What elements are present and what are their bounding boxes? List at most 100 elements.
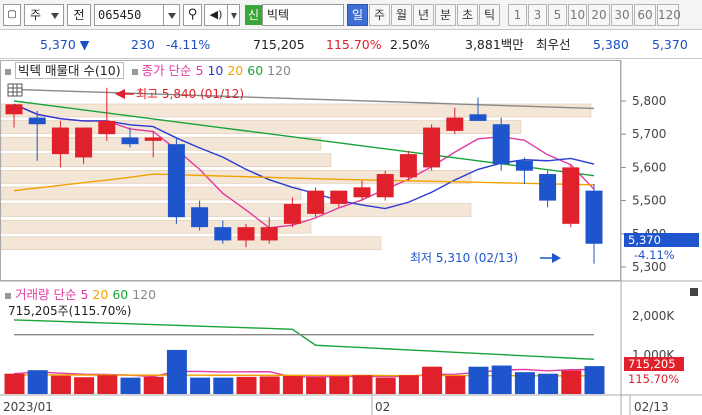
volume-bar xyxy=(584,366,605,394)
vol-ma60-line xyxy=(13,319,595,360)
interval-button[interactable]: 1 xyxy=(508,4,527,26)
volume-profile-bar xyxy=(0,236,382,251)
close-icon[interactable] xyxy=(690,288,698,296)
down-arrow-icon: ▼ xyxy=(79,37,90,52)
period-button[interactable]: 초 xyxy=(457,4,478,26)
date-axis-label: 2023/01 xyxy=(3,400,53,414)
volume-bar xyxy=(213,377,234,394)
price-change-pct: -4.11% xyxy=(166,37,211,52)
interval-button[interactable]: 30 xyxy=(611,4,633,26)
volume-bar xyxy=(491,365,512,394)
trade-amount: 3,881백만 xyxy=(465,37,524,52)
chevron-down-icon xyxy=(51,5,59,25)
volume-legend-name[interactable]: 거래량 xyxy=(15,287,50,302)
candle-body xyxy=(562,167,580,224)
stock-name-field[interactable]: 빅텍 xyxy=(262,4,344,26)
volume-ma-legend[interactable]: 단순 xyxy=(53,287,76,302)
chevron-down-icon xyxy=(230,12,237,19)
jeon-button[interactable]: 전 xyxy=(67,4,91,26)
chart-area[interactable]: 5,8005,7005,6005,5005,4005,3002,000K1,00… xyxy=(0,60,702,415)
market-select[interactable]: 주 xyxy=(24,4,64,26)
candle-body xyxy=(376,174,394,198)
best-quote-label: 최우선 xyxy=(536,37,571,52)
volume-bar xyxy=(74,377,95,394)
candle-body xyxy=(283,203,301,224)
stock-chart[interactable]: 5,8005,7005,6005,5005,4005,3002,000K1,00… xyxy=(0,60,702,415)
volume-bar xyxy=(190,377,211,394)
candle-body xyxy=(399,154,417,178)
candle-body xyxy=(353,187,371,198)
period-button[interactable]: 월 xyxy=(391,4,412,26)
volume-bar xyxy=(282,376,303,394)
vol-ma120-legend[interactable]: 120 xyxy=(132,287,156,302)
ma20-legend[interactable]: 20 xyxy=(227,63,243,78)
stock-code-input[interactable]: 065450 xyxy=(94,4,164,26)
best-bid: 5,370 xyxy=(652,37,688,52)
period-button[interactable]: 일 xyxy=(347,4,368,26)
volume-bar xyxy=(27,370,48,394)
ma10-legend[interactable]: 10 xyxy=(207,63,223,78)
candle-body xyxy=(423,127,441,168)
volume-bar xyxy=(561,370,582,394)
volume-bar xyxy=(306,377,327,394)
high-price-note: 최고 5,840 (01/12) xyxy=(136,87,244,101)
right-arrow-icon xyxy=(552,253,561,263)
candle-body xyxy=(515,160,533,171)
current-price-value: 5,370 xyxy=(40,37,76,52)
chevron-down-icon xyxy=(167,12,176,19)
stock-code-value: 065450 xyxy=(98,8,142,22)
code-dropdown[interactable] xyxy=(164,4,180,26)
interval-button[interactable]: 120 xyxy=(657,4,681,26)
price-legend-name[interactable]: 빅텍 매물대 수(10) xyxy=(14,62,124,79)
candle-body xyxy=(307,190,325,214)
price-change: 230 xyxy=(131,37,155,52)
credit-badge: 신 xyxy=(245,5,262,25)
ma5-legend[interactable]: 5 xyxy=(196,63,204,78)
period-button[interactable]: 년 xyxy=(413,4,434,26)
interval-button[interactable]: 60 xyxy=(634,4,656,26)
volume-profile-bar xyxy=(0,153,332,168)
best-ask: 5,380 xyxy=(593,37,629,52)
candle-body xyxy=(75,127,93,158)
period-button[interactable]: 틱 xyxy=(479,4,500,26)
settings-grid-icon[interactable] xyxy=(7,83,23,97)
volume-bar xyxy=(445,376,466,394)
volume-profile-bar xyxy=(0,186,302,201)
legend-marker-icon xyxy=(5,292,11,299)
candle-body xyxy=(98,120,116,135)
interval-button[interactable]: 5 xyxy=(548,4,567,26)
candle-body xyxy=(469,114,487,121)
candle-body xyxy=(167,144,185,218)
period-button[interactable]: 분 xyxy=(435,4,456,26)
sound-icon[interactable]: ◀︎) xyxy=(204,4,228,26)
low-price-note: 최저 5,310 (02/13) xyxy=(410,251,518,265)
volume-bar xyxy=(422,366,443,394)
volume-ratio: 115.70% xyxy=(326,37,382,52)
sound-dropdown[interactable] xyxy=(228,4,240,26)
volume-bar xyxy=(375,377,396,394)
window-menu-icon[interactable]: ▢ xyxy=(3,4,21,26)
candle-body xyxy=(446,117,464,131)
stock-name-value: 빅텍 xyxy=(267,8,290,22)
close-ma-legend[interactable]: 종가 단순 xyxy=(142,63,192,78)
search-icon[interactable]: ⚲ xyxy=(183,4,202,26)
volume-bar xyxy=(143,376,164,394)
candle-body xyxy=(121,137,139,145)
ma120-legend[interactable]: 120 xyxy=(267,63,291,78)
interval-button[interactable]: 10 xyxy=(568,4,587,26)
ma60-legend[interactable]: 60 xyxy=(247,63,263,78)
vol-ma60-legend[interactable]: 60 xyxy=(112,287,128,302)
volume-value-label: 715,205주(115.70%) xyxy=(8,304,132,318)
interval-button[interactable]: 3 xyxy=(528,4,547,26)
interval-button[interactable]: 20 xyxy=(588,4,610,26)
candle-body xyxy=(585,190,603,244)
vol-ma20-legend[interactable]: 20 xyxy=(92,287,108,302)
vol-ma5-legend[interactable]: 5 xyxy=(80,287,88,302)
toolbar: ▢ 주 전 065450 ⚲ ◀︎) 신 빅텍 일 주 월 년 분 초 틱 1 3 5 10 20 30… xyxy=(0,0,702,30)
candle-body xyxy=(144,137,162,141)
volume-bar xyxy=(352,375,373,394)
period-button[interactable]: 주 xyxy=(369,4,390,26)
turnover-rate: 2.50% xyxy=(390,37,430,52)
price-axis-label: 5,500 xyxy=(632,194,666,208)
market-select-value: 주 xyxy=(30,8,42,22)
